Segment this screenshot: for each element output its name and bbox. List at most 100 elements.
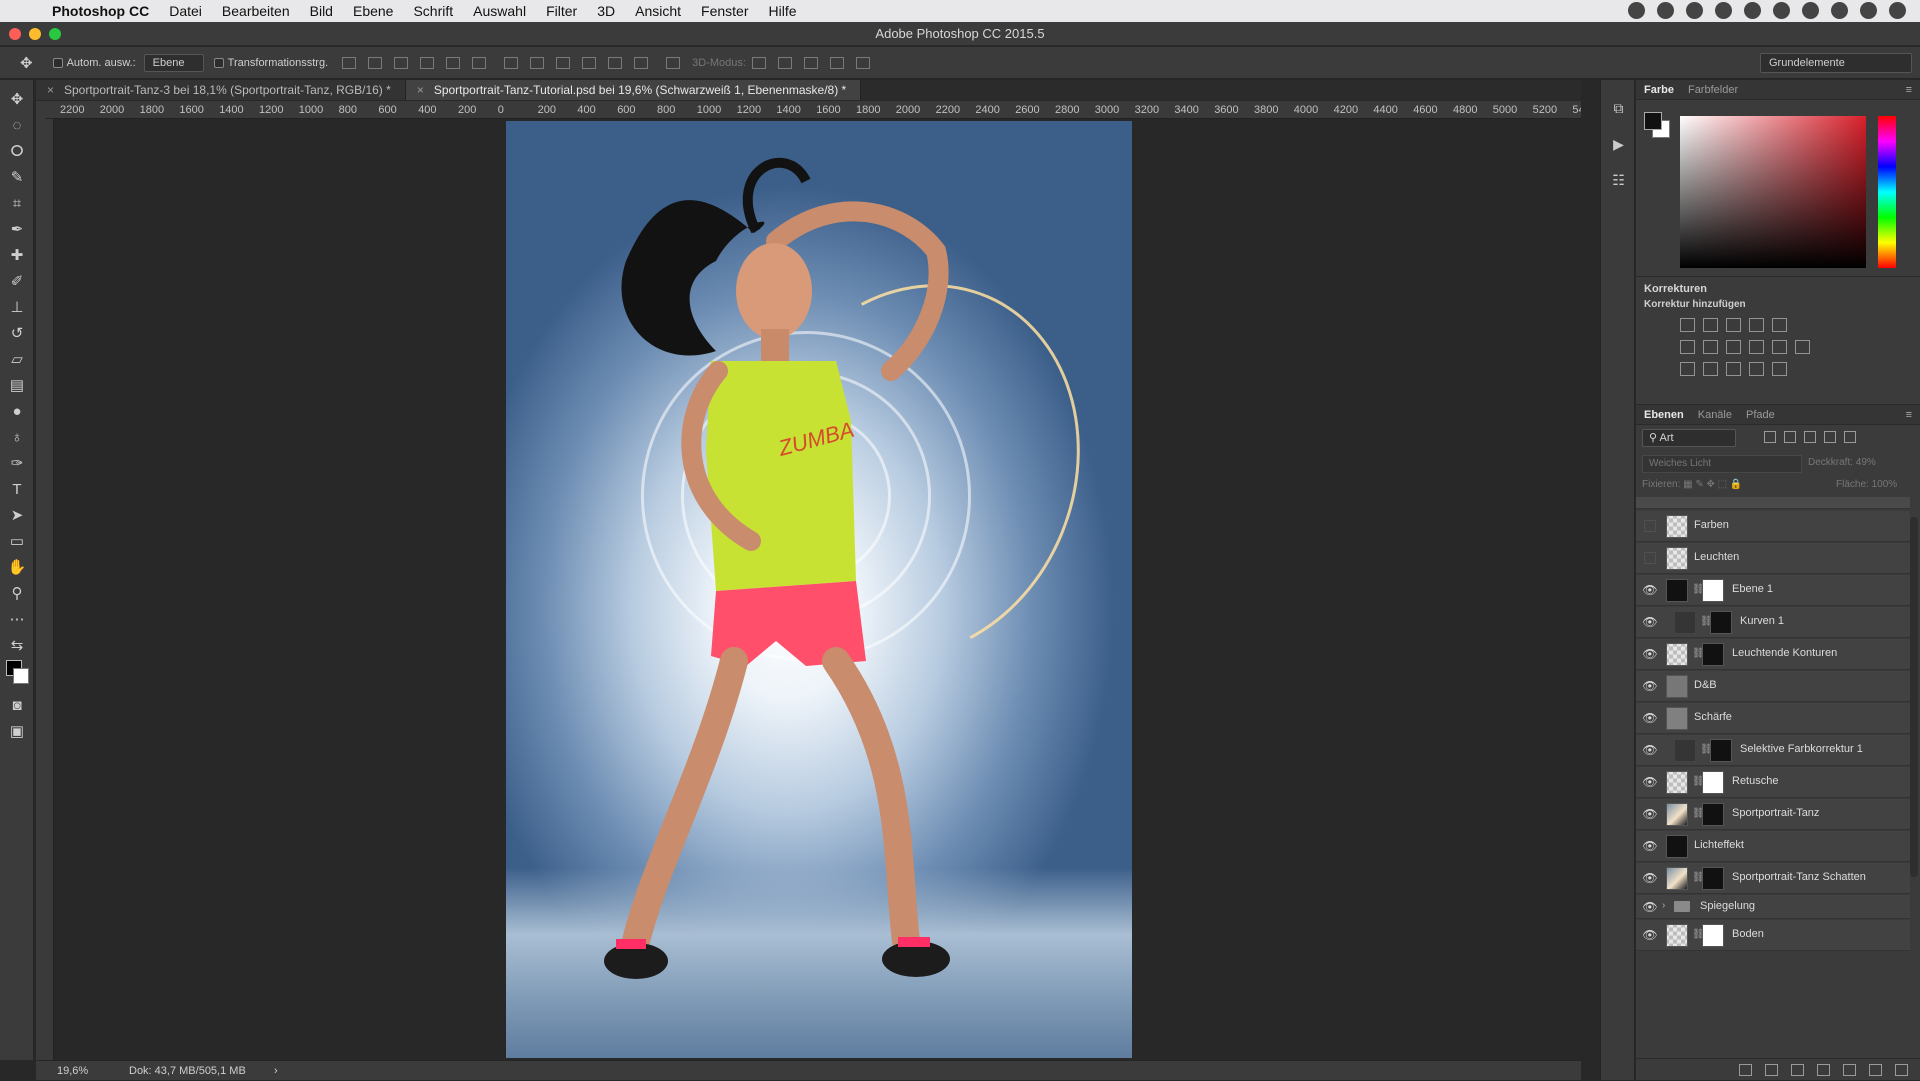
move-tool-icon[interactable]: ✥: [20, 54, 33, 72]
layer-row-sportportrait-tanz-schatten[interactable]: 👁 ⛓ Sportportrait-Tanz Schatten: [1636, 863, 1910, 894]
tab-kanaele[interactable]: Kanäle: [1698, 409, 1732, 421]
quick-select-tool-icon[interactable]: ✎: [0, 164, 34, 190]
menu-fenster[interactable]: Fenster: [701, 3, 748, 19]
path-select-tool-icon[interactable]: ➤: [0, 502, 34, 528]
chevron-right-icon[interactable]: ›: [274, 1061, 278, 1081]
menu-schrift[interactable]: Schrift: [413, 3, 453, 19]
menu-auswahl[interactable]: Auswahl: [473, 3, 526, 19]
layer-row-leuchtende-konturen[interactable]: 👁 ⛓ Leuchtende Konturen: [1636, 639, 1910, 670]
menu-ebene[interactable]: Ebene: [353, 3, 393, 19]
link-layers-icon[interactable]: [1739, 1063, 1752, 1076]
layer-mask-thumbnail[interactable]: [1710, 739, 1732, 762]
fill-control[interactable]: Fläche: 100%: [1836, 479, 1897, 490]
color-lookup-icon[interactable]: [1795, 340, 1810, 354]
menu-filter[interactable]: Filter: [546, 3, 577, 19]
layer-mask-thumbnail[interactable]: [1702, 924, 1724, 947]
filter-pixel-icon[interactable]: [1764, 431, 1776, 443]
eye-icon[interactable]: 👁: [1642, 614, 1658, 630]
filter-shape-icon[interactable]: [1824, 431, 1836, 443]
blur-tool-icon[interactable]: ●: [0, 398, 34, 424]
3d-slide-icon[interactable]: [829, 56, 844, 69]
tab-sportportrait-tanz-3[interactable]: × Sportportrait-Tanz-3 bei 18,1% (Sportp…: [36, 80, 406, 100]
layer-row-sportportrait-tanz[interactable]: 👁 ⛓ Sportportrait-Tanz: [1636, 799, 1910, 830]
document-image[interactable]: ZUMBA: [506, 121, 1132, 1058]
foreground-color-swatch[interactable]: [1644, 112, 1662, 130]
history-brush-tool-icon[interactable]: ↺: [0, 320, 34, 346]
hue-slider[interactable]: [1878, 116, 1896, 268]
layer-mask-thumbnail[interactable]: [1702, 643, 1724, 666]
layer-row-farben[interactable]: Farben: [1636, 511, 1910, 542]
fx-icon[interactable]: [1765, 1063, 1778, 1076]
close-tab-icon[interactable]: ×: [47, 80, 54, 100]
script-icon[interactable]: [1744, 2, 1761, 19]
eraser-tool-icon[interactable]: ▱: [0, 346, 34, 372]
close-tab-icon[interactable]: ×: [417, 80, 424, 100]
selective-color-icon[interactable]: [1749, 362, 1764, 376]
move-tool-icon[interactable]: ✥: [0, 86, 34, 112]
quick-mask-icon[interactable]: ◙: [0, 692, 34, 718]
color-swatches[interactable]: [0, 658, 34, 692]
align-vcenter-icon[interactable]: [368, 56, 383, 69]
align-hcenter-icon[interactable]: [446, 56, 461, 69]
menu-hilfe[interactable]: Hilfe: [769, 3, 797, 19]
hue-saturation-icon[interactable]: [1680, 340, 1695, 354]
eye-icon[interactable]: 👁: [1642, 710, 1658, 726]
curves-icon[interactable]: [1726, 318, 1741, 332]
tab-farbfelder[interactable]: Farbfelder: [1688, 84, 1738, 96]
filter-smart-object-icon[interactable]: [1844, 431, 1856, 443]
channel-mixer-icon[interactable]: [1772, 340, 1787, 354]
eye-icon[interactable]: 👁: [1642, 838, 1658, 854]
menu-bild[interactable]: Bild: [310, 3, 333, 19]
new-layer-icon[interactable]: [1869, 1063, 1882, 1076]
visibility-toggle[interactable]: [1644, 552, 1656, 564]
marquee-tool-icon[interactable]: ◌: [0, 112, 34, 138]
close-window-button[interactable]: [9, 28, 21, 40]
bluetooth-icon[interactable]: [1802, 2, 1819, 19]
tab-farbe[interactable]: Farbe: [1644, 84, 1674, 96]
levels-icon[interactable]: [1703, 318, 1718, 332]
3d-roll-icon[interactable]: [777, 56, 792, 69]
brush-tool-icon[interactable]: ✐: [0, 268, 34, 294]
3d-pan-icon[interactable]: [803, 56, 818, 69]
workspace-dropdown[interactable]: Grundelemente: [1760, 53, 1912, 73]
pen-tool-icon[interactable]: ✑: [0, 450, 34, 476]
distribute-bottom-icon[interactable]: [556, 56, 571, 69]
align-left-icon[interactable]: [420, 56, 435, 69]
invert-icon[interactable]: [1680, 362, 1695, 376]
3d-scale-icon[interactable]: [855, 56, 870, 69]
layer-group-spiegelung[interactable]: 👁 › Spiegelung: [1636, 895, 1910, 919]
menu-bearbeiten[interactable]: Bearbeiten: [222, 3, 290, 19]
drive-icon[interactable]: [1715, 2, 1732, 19]
layer-mask-thumbnail[interactable]: [1702, 579, 1724, 602]
visibility-toggle[interactable]: [1644, 520, 1656, 532]
photo-filter-icon[interactable]: [1749, 340, 1764, 354]
eye-icon[interactable]: 👁: [1642, 742, 1658, 758]
layer-filter-dropdown[interactable]: ⚲ Art: [1642, 429, 1736, 447]
creative-cloud-icon[interactable]: [1686, 2, 1703, 19]
panel-menu-icon[interactable]: ≡: [1906, 84, 1912, 96]
time-machine-icon[interactable]: [1773, 2, 1790, 19]
screen-mode-icon[interactable]: ▣: [0, 718, 34, 744]
type-tool-icon[interactable]: T: [0, 476, 34, 502]
apple-icon[interactable]: [20, 2, 38, 20]
eye-icon[interactable]: 👁: [1642, 806, 1658, 822]
layer-row-selektive-farbkorrektur-1[interactable]: 👁 ⛓ Selektive Farbkorrektur 1: [1636, 735, 1910, 766]
eye-icon[interactable]: 👁: [1642, 646, 1658, 662]
black-white-icon[interactable]: [1726, 340, 1741, 354]
distribute-hcenter-icon[interactable]: [608, 56, 623, 69]
tab-ebenen[interactable]: Ebenen: [1644, 409, 1684, 421]
auto-select-checkbox[interactable]: [52, 57, 63, 68]
menu-ansicht[interactable]: Ansicht: [635, 3, 681, 19]
tab-pfade[interactable]: Pfade: [1746, 409, 1775, 421]
layer-row-kurven-1[interactable]: 👁 ⛓ Kurven 1: [1636, 607, 1910, 638]
color-balance-icon[interactable]: [1703, 340, 1718, 354]
list-icon[interactable]: [1889, 2, 1906, 19]
blend-mode-dropdown[interactable]: Weiches Licht: [1642, 455, 1802, 473]
eye-icon[interactable]: 👁: [1642, 582, 1658, 598]
layer-row-ebene-1[interactable]: 👁 ⛓ Ebene 1: [1636, 575, 1910, 606]
adjustment-layer-icon[interactable]: [1817, 1063, 1830, 1076]
gradient-tool-icon[interactable]: ▤: [0, 372, 34, 398]
eye-icon[interactable]: 👁: [1642, 678, 1658, 694]
crop-tool-icon[interactable]: ⌗: [0, 190, 34, 216]
eye-icon[interactable]: 👁: [1642, 870, 1658, 886]
